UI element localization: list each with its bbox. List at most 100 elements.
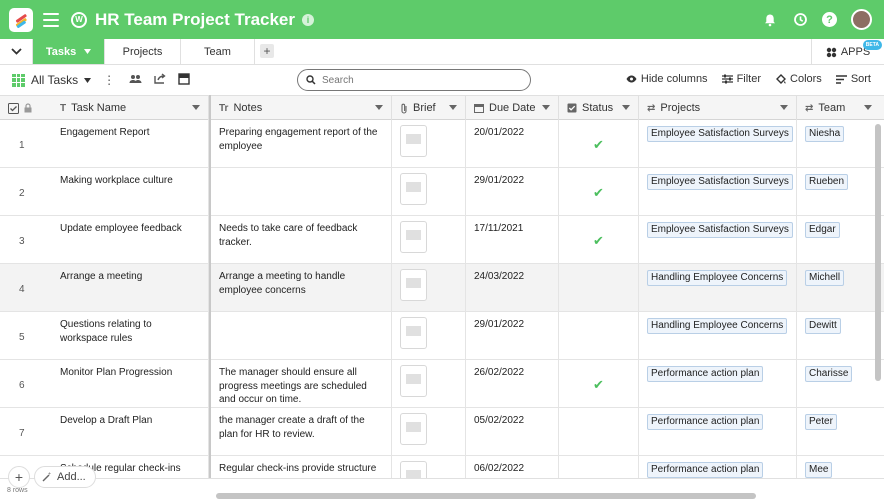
notes-cell[interactable]: Needs to take care of feedback tracker. <box>211 216 392 263</box>
due-date-cell[interactable]: 06/02/2022 <box>466 456 559 478</box>
task-name-cell[interactable]: Monitor Plan Progression <box>52 360 209 407</box>
more-options-icon[interactable]: ⋮ <box>103 73 115 87</box>
horizontal-scrollbar[interactable] <box>216 493 756 499</box>
attachment-thumbnail[interactable] <box>400 461 427 478</box>
column-header-task-name[interactable]: T Task Name <box>52 96 209 120</box>
column-menu-icon[interactable] <box>622 105 630 110</box>
table-row[interactable]: 5 Questions relating to workspace rules 29… <box>0 312 884 360</box>
notes-cell[interactable]: Arrange a meeting to handle employee con… <box>211 264 392 311</box>
team-cell[interactable]: Rueben <box>797 168 884 215</box>
status-cell[interactable]: ✔ <box>559 216 639 263</box>
filter-button[interactable]: Filter <box>721 73 761 85</box>
brief-cell[interactable] <box>392 456 466 478</box>
linked-project-chip[interactable]: Employee Satisfaction Surveys <box>647 126 793 142</box>
hide-columns-button[interactable]: Hide columns <box>626 73 708 85</box>
add-row-menu-button[interactable]: Add... <box>34 466 96 488</box>
column-header-projects[interactable]: ⇄ Projects <box>639 96 797 120</box>
attachment-thumbnail[interactable] <box>400 125 427 157</box>
status-cell[interactable]: ✔ <box>559 360 639 407</box>
brief-cell[interactable] <box>392 408 466 455</box>
column-header-due-date[interactable]: Due Date <box>466 96 559 120</box>
print-icon[interactable] <box>178 72 190 88</box>
table-row[interactable]: 2 Making workplace culture 29/01/2022 ✔ Empl… <box>0 168 884 216</box>
linked-project-chip[interactable]: Performance action plan <box>647 414 764 430</box>
menu-icon[interactable] <box>43 12 59 27</box>
column-header-team[interactable]: ⇄ Team <box>797 96 884 120</box>
frozen-column-divider[interactable] <box>209 95 211 502</box>
notes-cell[interactable] <box>211 168 392 215</box>
sort-button[interactable]: Sort <box>835 73 871 85</box>
add-row-button[interactable]: + <box>8 466 30 488</box>
column-menu-icon[interactable] <box>192 105 200 110</box>
tab-caret-icon[interactable] <box>84 49 92 54</box>
due-date-cell[interactable]: 29/01/2022 <box>466 168 559 215</box>
brief-cell[interactable] <box>392 168 466 215</box>
projects-cell[interactable]: Employee Satisfaction Surveys <box>639 216 797 263</box>
tab-tasks[interactable]: Tasks <box>33 39 105 64</box>
linked-team-chip[interactable]: Dewitt <box>805 318 841 334</box>
column-header-brief[interactable]: Brief <box>392 96 466 120</box>
table-row[interactable]: 4 Arrange a meeting Arrange a meeting to h… <box>0 264 884 312</box>
search-input[interactable] <box>322 74 502 86</box>
brief-cell[interactable] <box>392 360 466 407</box>
linked-project-chip[interactable]: Employee Satisfaction Surveys <box>647 222 793 238</box>
status-cell[interactable]: ✔ <box>559 168 639 215</box>
row-number[interactable]: 1 <box>0 120 46 167</box>
brief-cell[interactable] <box>392 312 466 359</box>
linked-team-chip[interactable]: Niesha <box>805 126 845 142</box>
attachment-thumbnail[interactable] <box>400 317 427 349</box>
linked-project-chip[interactable]: Handling Employee Concerns <box>647 318 788 334</box>
notes-cell[interactable]: Preparing engagement report of the emplo… <box>211 120 392 167</box>
notification-bell-icon[interactable] <box>762 12 778 28</box>
linked-project-chip[interactable]: Performance action plan <box>647 462 764 478</box>
column-header-status[interactable]: Status <box>559 96 639 120</box>
attachment-thumbnail[interactable] <box>400 413 427 445</box>
projects-cell[interactable]: Handling Employee Concerns <box>639 264 797 311</box>
search-box[interactable] <box>297 69 531 91</box>
add-table-button[interactable]: + <box>260 44 274 58</box>
due-date-cell[interactable]: 05/02/2022 <box>466 408 559 455</box>
team-cell[interactable]: Charisse <box>797 360 884 407</box>
app-logo-icon[interactable] <box>9 7 33 32</box>
team-cell[interactable]: Dewitt <box>797 312 884 359</box>
column-header-notes[interactable]: Tr Notes <box>211 96 392 120</box>
notes-cell[interactable] <box>211 312 392 359</box>
apps-button[interactable]: APPS BETA <box>811 39 884 65</box>
team-cell[interactable]: Mee <box>797 456 884 478</box>
colors-button[interactable]: Colors <box>775 73 822 85</box>
workspace-icon[interactable]: W <box>71 11 87 28</box>
task-name-cell[interactable]: Develop a Draft Plan <box>52 408 209 455</box>
column-menu-icon[interactable] <box>542 105 550 110</box>
linked-team-chip[interactable]: Rueben <box>805 174 849 190</box>
row-number[interactable]: 4 <box>0 264 46 311</box>
linked-project-chip[interactable]: Employee Satisfaction Surveys <box>647 174 793 190</box>
tab-team[interactable]: Team <box>181 39 255 64</box>
info-icon[interactable]: i <box>302 13 314 26</box>
brief-cell[interactable] <box>392 264 466 311</box>
linked-team-chip[interactable]: Charisse <box>805 366 853 382</box>
tab-projects[interactable]: Projects <box>105 39 181 64</box>
projects-cell[interactable]: Employee Satisfaction Surveys <box>639 168 797 215</box>
linked-team-chip[interactable]: Mee <box>805 462 833 478</box>
due-date-cell[interactable]: 24/03/2022 <box>466 264 559 311</box>
row-number[interactable]: 2 <box>0 168 46 215</box>
projects-cell[interactable]: Performance action plan <box>639 456 797 478</box>
select-all-checkbox-icon[interactable] <box>8 102 19 114</box>
attachment-thumbnail[interactable] <box>400 269 427 301</box>
team-cell[interactable]: Michell <box>797 264 884 311</box>
due-date-cell[interactable]: 26/02/2022 <box>466 360 559 407</box>
attachment-thumbnail[interactable] <box>400 173 427 205</box>
team-cell[interactable]: Edgar <box>797 216 884 263</box>
table-row[interactable]: 1 Engagement Report Preparing engagement r… <box>0 120 884 168</box>
collaborators-icon[interactable] <box>129 73 142 87</box>
projects-cell[interactable]: Performance action plan <box>639 360 797 407</box>
help-icon[interactable]: ? <box>822 12 837 27</box>
linked-team-chip[interactable]: Peter <box>805 414 837 430</box>
table-row[interactable]: 3 Update employee feedback Needs to take c… <box>0 216 884 264</box>
share-icon[interactable] <box>154 73 166 87</box>
projects-cell[interactable]: Employee Satisfaction Surveys <box>639 120 797 167</box>
history-icon[interactable] <box>792 12 808 28</box>
column-menu-icon[interactable] <box>449 105 457 110</box>
projects-cell[interactable]: Handling Employee Concerns <box>639 312 797 359</box>
brief-cell[interactable] <box>392 120 466 167</box>
